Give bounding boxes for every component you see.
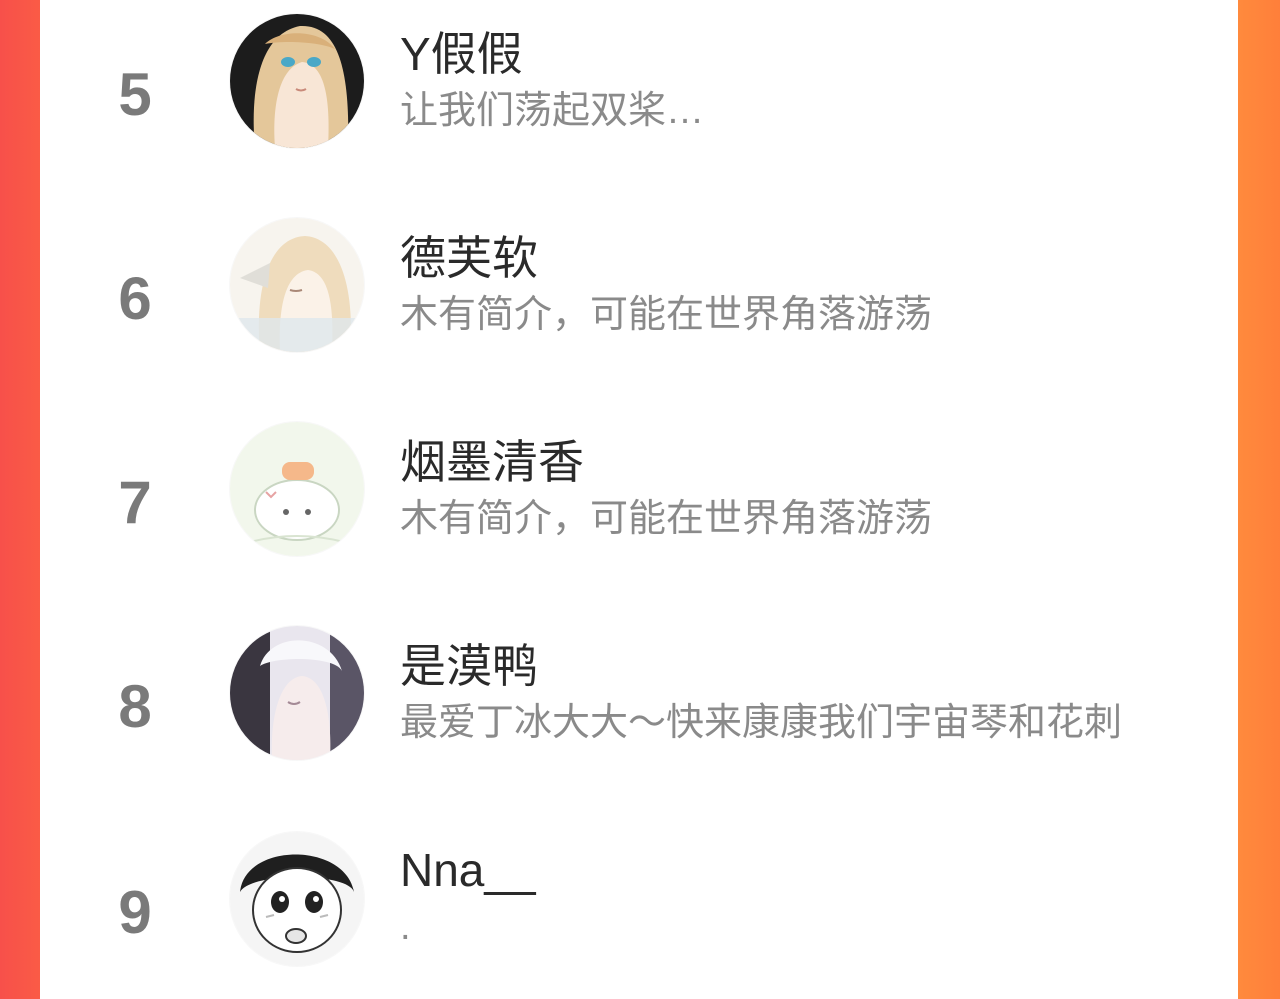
- user-name[interactable]: Nna__: [400, 842, 536, 898]
- anime-girl-sketch-icon[interactable]: [230, 218, 364, 352]
- manga-girl-blushing-icon[interactable]: [230, 832, 364, 966]
- user-name[interactable]: 德芙软: [400, 230, 538, 286]
- user-name[interactable]: Y假假: [400, 26, 523, 82]
- user-name[interactable]: 是漠鸭: [400, 638, 538, 694]
- user-bio: 木有简介，可能在世界角落游荡: [400, 294, 933, 336]
- ranking-row[interactable]: 6 德芙软 木有简介，可能在世界角落游荡: [40, 212, 1238, 362]
- ranking-row[interactable]: 8 是漠鸭 最爱丁冰大大～快来康康我们宇宙琴和花刺: [40, 620, 1238, 770]
- user-bio: 让我们荡起双桨…: [400, 90, 705, 132]
- rank-number: 7: [118, 469, 152, 536]
- user-bio: 木有简介，可能在世界角落游荡: [400, 498, 933, 540]
- anime-boy-white-hair-icon[interactable]: [230, 626, 364, 760]
- ranking-row[interactable]: 5 Y假假 让我们荡起双桨…: [40, 8, 1238, 158]
- user-bio: .: [400, 906, 411, 948]
- ranking-row[interactable]: 7 烟墨清香 木有简介，可能在世界角落游荡: [40, 416, 1238, 566]
- rank-number: 9: [118, 879, 152, 946]
- rank-number: 8: [118, 673, 152, 740]
- ranking-panel: 5 Y假假 让我们荡起双桨… 6 德芙软 木有简介，可能在世界角落游荡 7 烟墨…: [40, 0, 1238, 999]
- user-name[interactable]: 烟墨清香: [400, 434, 584, 490]
- cute-bun-character-icon[interactable]: [230, 422, 364, 556]
- rank-number: 6: [118, 265, 152, 332]
- ranking-row[interactable]: 9 Nna__ .: [40, 824, 1238, 974]
- anime-girl-blonde-icon[interactable]: [230, 14, 364, 148]
- rank-number: 5: [118, 61, 152, 128]
- user-bio: 最爱丁冰大大～快来康康我们宇宙琴和花刺: [400, 702, 1123, 744]
